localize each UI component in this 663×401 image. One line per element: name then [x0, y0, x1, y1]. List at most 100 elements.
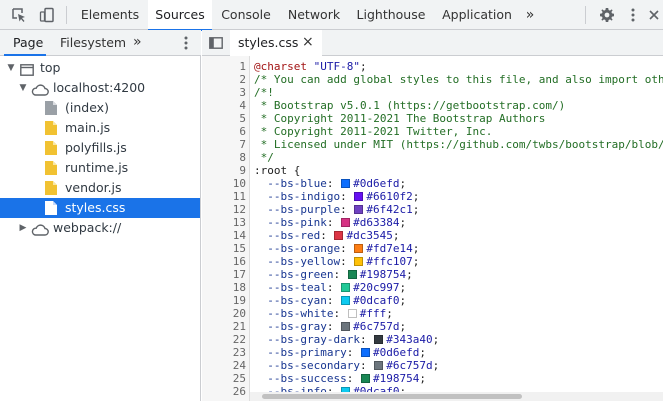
code-line: --bs-yellow: #ffc107;	[254, 255, 420, 268]
color-swatch[interactable]	[354, 244, 364, 253]
line-number: 1	[239, 60, 246, 73]
tree-item-main-js[interactable]: main.js	[0, 118, 200, 138]
horizontal-scrollbar[interactable]	[250, 392, 663, 401]
color-swatch[interactable]	[334, 231, 344, 240]
code-line: --bs-gray-dark: #343a40;	[254, 333, 440, 346]
line-number: 2	[239, 73, 246, 86]
code-line: * Licensed under MIT (https://github.com…	[254, 138, 663, 151]
js-file-icon	[45, 181, 57, 195]
kebab-menu-icon[interactable]	[620, 0, 646, 30]
color-swatch[interactable]	[374, 361, 384, 370]
code-line: --bs-teal: #20c997;	[254, 281, 407, 294]
tree-item-styles-css[interactable]: styles.css	[0, 198, 200, 218]
tree-item-vendor-js[interactable]: vendor.js	[0, 178, 200, 198]
tab-filesystem[interactable]: Filesystem	[56, 30, 126, 56]
collapsed-triangle-icon[interactable]: ▶	[18, 218, 28, 238]
code-line: * Copyright 2011-2021 The Bootstrap Auth…	[254, 112, 546, 125]
line-number: 26	[232, 385, 246, 398]
line-number: 18	[232, 281, 246, 294]
tab-console[interactable]: Console	[212, 0, 280, 30]
tab-elements[interactable]: Elements	[72, 0, 148, 30]
frame-icon	[20, 62, 34, 76]
tab-styles-css[interactable]: styles.css ×	[230, 30, 322, 56]
toolbar-divider	[66, 6, 67, 24]
inspect-element-icon[interactable]	[6, 0, 32, 30]
color-swatch[interactable]	[374, 335, 384, 344]
tree-item-top[interactable]: ▼ top	[0, 58, 200, 78]
color-swatch[interactable]	[341, 179, 351, 188]
cloud-icon	[31, 222, 49, 236]
code-line: --bs-pink: #d63384;	[254, 216, 407, 229]
code-line: /*!	[254, 86, 274, 99]
color-swatch[interactable]	[354, 205, 364, 214]
code-line: @charset "UTF-8";	[254, 60, 367, 73]
line-number: 5	[239, 112, 246, 125]
toggle-navigator-icon[interactable]	[206, 30, 226, 56]
code-line: --bs-primary: #0d6efd;	[254, 346, 426, 359]
device-toolbar-icon[interactable]	[34, 0, 60, 30]
tab-page[interactable]: Page	[4, 30, 46, 56]
code-editor: styles.css × 1 2 3 4 5 6 7 8 9 10 11 12 13 14 15 16 17 18…	[202, 30, 663, 401]
color-swatch[interactable]	[341, 283, 351, 292]
more-tabs-button[interactable]: »	[520, 0, 540, 30]
tree-item-index[interactable]: (index)	[0, 98, 200, 118]
tab-lighthouse[interactable]: Lighthouse	[348, 0, 434, 30]
color-swatch[interactable]	[341, 296, 351, 305]
code-line: --bs-red: #dc3545;	[254, 229, 400, 242]
line-number: 21	[232, 320, 246, 333]
expanded-triangle-icon[interactable]: ▼	[18, 78, 28, 98]
tree-item-polyfills-js[interactable]: polyfills.js	[0, 138, 200, 158]
tab-sources[interactable]: Sources	[148, 0, 212, 31]
tree-item-label: main.js	[65, 120, 111, 135]
close-tab-icon[interactable]: ×	[302, 30, 314, 55]
code-line: --bs-cyan: #0dcaf0;	[254, 294, 407, 307]
line-number: 13	[232, 216, 246, 229]
tree-item-label: (index)	[65, 100, 109, 115]
code-line: :root {	[254, 164, 301, 177]
line-number: 19	[232, 294, 246, 307]
tree-item-localhost[interactable]: ▼ localhost:4200	[0, 78, 200, 98]
code-line: --bs-success: #198754;	[254, 372, 426, 385]
tab-application[interactable]: Application	[434, 0, 520, 30]
color-swatch[interactable]	[360, 374, 370, 383]
code-line: * Bootstrap v5.0.1 (https://getbootstrap…	[254, 99, 566, 112]
code-line: --bs-white: #fff;	[254, 307, 393, 320]
settings-gear-icon[interactable]	[594, 0, 620, 30]
more-navigator-tabs-button[interactable]: »	[133, 30, 149, 56]
line-number: 20	[232, 307, 246, 320]
line-number: 14	[232, 229, 246, 242]
color-swatch[interactable]	[354, 192, 364, 201]
navigator-tabs: Page Filesystem »	[0, 30, 201, 56]
line-number: 9	[239, 164, 246, 177]
code-content[interactable]: @charset "UTF-8";/* You can add global s…	[254, 56, 663, 396]
color-swatch[interactable]	[360, 348, 370, 357]
toolbar-divider	[585, 6, 586, 24]
scrollbar-thumb[interactable]	[262, 394, 522, 399]
line-number: 12	[232, 203, 246, 216]
line-number: 7	[239, 138, 246, 151]
line-number: 8	[239, 151, 246, 164]
line-number-gutter: 1 2 3 4 5 6 7 8 9 10 11 12 13 14 15 16 17 18 19 20 21 22 23 24 2…	[202, 56, 250, 401]
tree-item-label: top	[40, 60, 61, 75]
tree-item-runtime-js[interactable]: runtime.js	[0, 158, 200, 178]
line-number: 11	[232, 190, 246, 203]
line-number: 6	[239, 125, 246, 138]
tree-item-webpack[interactable]: ▶ webpack://	[0, 218, 200, 238]
expanded-triangle-icon[interactable]: ▼	[6, 58, 16, 78]
line-number: 23	[232, 346, 246, 359]
code-line: --bs-purple: #6f42c1;	[254, 203, 420, 216]
file-tab-label: styles.css	[238, 35, 299, 50]
line-number: 25	[232, 372, 246, 385]
color-swatch[interactable]	[347, 309, 357, 318]
navigator-menu-icon[interactable]	[178, 30, 194, 56]
color-swatch[interactable]	[354, 257, 364, 266]
color-swatch[interactable]	[341, 218, 351, 227]
color-swatch[interactable]	[347, 270, 357, 279]
tree-item-label: styles.css	[65, 200, 126, 215]
devtools-toolbar: Elements Sources Console Network Lightho…	[0, 0, 663, 31]
sources-navigator: Page Filesystem » ▼ top ▼ localhost:4200…	[0, 30, 201, 401]
tab-network[interactable]: Network	[280, 0, 348, 30]
close-devtools-icon[interactable]	[644, 0, 663, 30]
code-line: --bs-blue: #0d6efd;	[254, 177, 407, 190]
color-swatch[interactable]	[341, 322, 351, 331]
